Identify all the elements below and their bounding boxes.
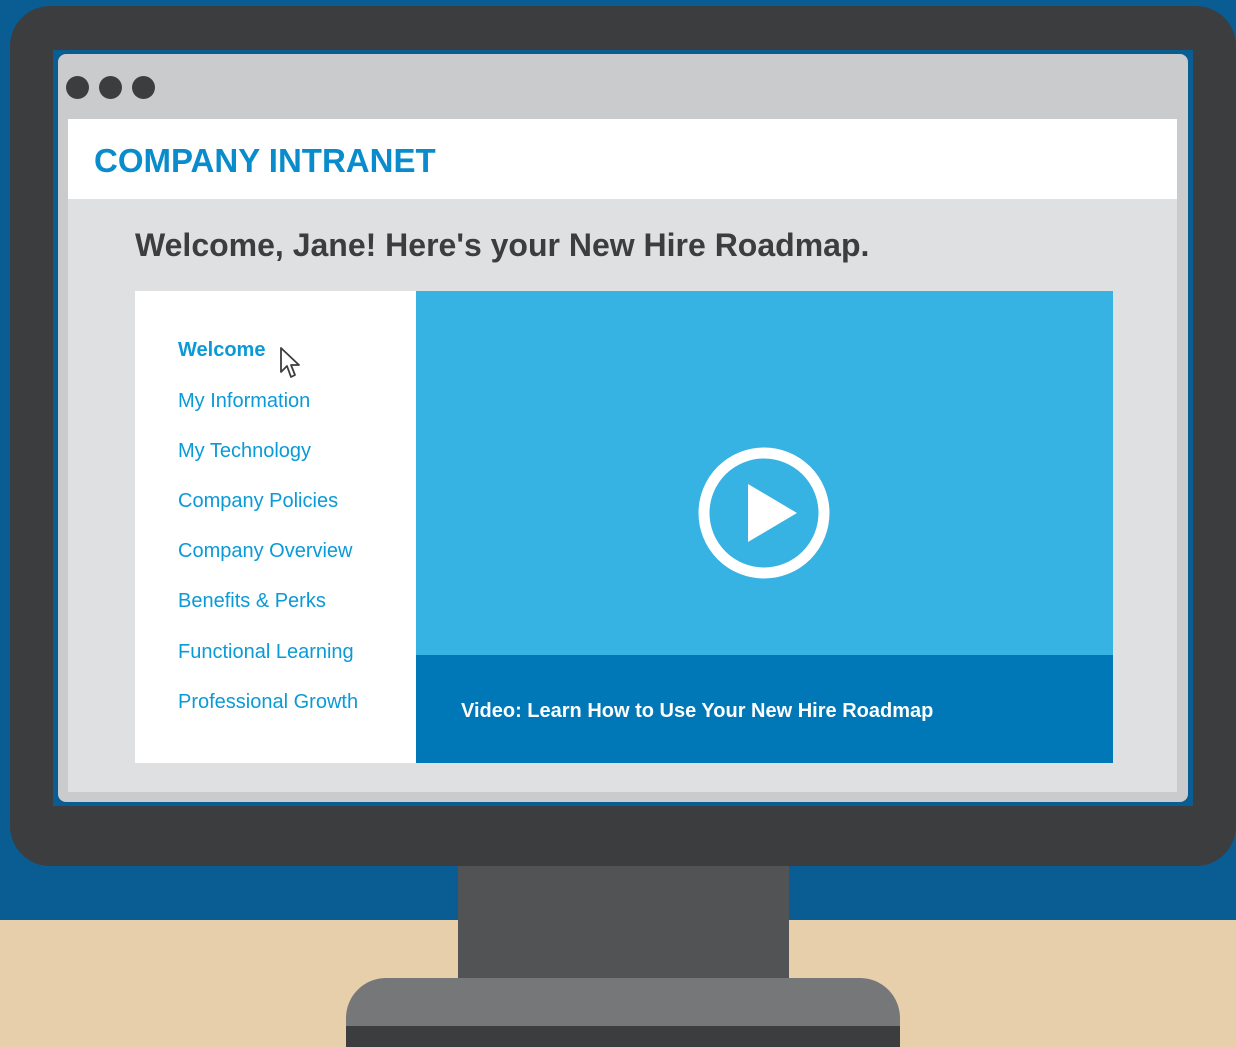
monitor-stand-neck: [458, 866, 789, 978]
nav-item-company-overview[interactable]: Company Overview: [178, 540, 353, 563]
nav-item-my-information[interactable]: My Information: [178, 390, 310, 413]
window-dot-icon[interactable]: [99, 76, 122, 99]
video-caption-bar: Video: Learn How to Use Your New Hire Ro…: [416, 655, 1113, 763]
nav-item-welcome[interactable]: Welcome: [178, 339, 265, 362]
monitor-stand-base: [346, 978, 900, 1047]
video-player[interactable]: [416, 291, 1113, 655]
welcome-heading: Welcome, Jane! Here's your New Hire Road…: [135, 227, 870, 263]
nav-item-benefits-perks[interactable]: Benefits & Perks: [178, 590, 326, 613]
nav-item-professional-growth[interactable]: Professional Growth: [178, 691, 358, 714]
nav-item-company-policies[interactable]: Company Policies: [178, 490, 338, 513]
browser-window: COMPANY INTRANET Welcome, Jane! Here's y…: [58, 54, 1188, 802]
roadmap-nav: Welcome My Information My Technology Com…: [135, 291, 416, 763]
nav-item-functional-learning[interactable]: Functional Learning: [178, 641, 354, 664]
intranet-title[interactable]: COMPANY INTRANET: [94, 142, 436, 180]
mouse-pointer-icon: [280, 347, 300, 378]
window-dot-icon[interactable]: [66, 76, 89, 99]
video-caption[interactable]: Video: Learn How to Use Your New Hire Ro…: [461, 700, 933, 723]
intranet-header: COMPANY INTRANET: [68, 119, 1177, 199]
nav-item-my-technology[interactable]: My Technology: [178, 440, 311, 463]
window-dot-icon[interactable]: [132, 76, 155, 99]
intranet-page: COMPANY INTRANET Welcome, Jane! Here's y…: [68, 119, 1177, 792]
play-icon[interactable]: [697, 446, 831, 580]
window-controls: [66, 76, 155, 99]
stand-base-shadow: [346, 1026, 900, 1047]
